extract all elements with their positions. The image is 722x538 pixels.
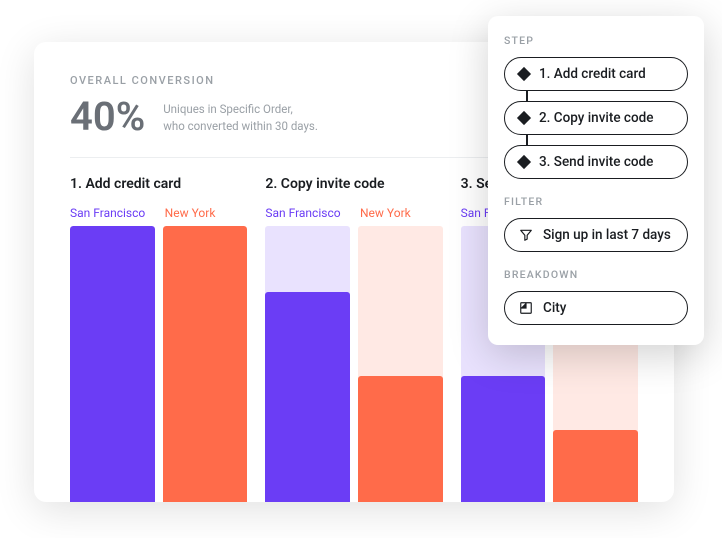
city-labels: San Francisco New York [265,206,442,220]
step-pill-label: 3. Send invite code [539,154,653,170]
filter-section-label: FILTER [504,195,688,208]
breakdown-pill-label: City [543,300,566,316]
city-label-sf: San Francisco [265,206,348,220]
city-label-sf: San Francisco [70,206,153,220]
bar-group [265,226,442,502]
city-labels: San Francisco New York [70,206,247,220]
bar-sf[interactable] [70,226,155,502]
overall-conversion-percent: 40% [70,97,145,137]
bar-fill [70,226,155,502]
funnel-step-title: 1. Add credit card [70,176,247,192]
bar-ny[interactable] [163,226,248,502]
funnel-step-title: 2. Copy invite code [265,176,442,192]
step-connector [526,135,528,145]
bar-fill [358,376,443,502]
conversion-subtext: Uniques in Specific Order, who converted… [163,97,318,134]
bar-fill [553,430,638,502]
breakdown-pill[interactable]: City [504,291,688,325]
diamond-icon [517,111,531,125]
funnel-step-2: 2. Copy invite code San Francisco New Yo… [265,176,442,502]
bar-ny[interactable] [358,226,443,502]
config-panel: STEP 1. Add credit card 2. Copy invite c… [488,16,704,345]
step-section-label: STEP [504,34,688,47]
filter-pill[interactable]: Sign up in last 7 days [504,218,688,252]
step-pill-1[interactable]: 1. Add credit card [504,57,688,91]
filter-pill-label: Sign up in last 7 days [543,227,671,243]
bar-fill [461,376,546,502]
step-pill-label: 1. Add credit card [539,66,646,82]
city-label-ny: New York [360,206,443,220]
bar-group [70,226,247,502]
subtext-line: Uniques in Specific Order, [163,101,318,118]
funnel-step-1: 1. Add credit card San Francisco New Yor… [70,176,247,502]
breakdown-section-label: BREAKDOWN [504,268,688,281]
filter-section: FILTER Sign up in last 7 days [504,195,688,252]
funnel-icon [519,228,533,242]
step-connector [526,91,528,101]
diamond-icon [517,67,531,81]
city-label-ny: New York [165,206,248,220]
step-pill-3[interactable]: 3. Send invite code [504,145,688,179]
bar-fill [265,292,350,502]
step-pill-2[interactable]: 2. Copy invite code [504,101,688,135]
breakdown-section: BREAKDOWN City [504,268,688,325]
step-pill-label: 2. Copy invite code [539,110,653,126]
step-section: STEP 1. Add credit card 2. Copy invite c… [504,34,688,179]
bar-sf[interactable] [265,226,350,502]
bar-fill [163,226,248,502]
subtext-line: who converted within 30 days. [163,118,318,135]
breakdown-icon [519,301,533,315]
diamond-icon [517,155,531,169]
step-list: 1. Add credit card 2. Copy invite code 3… [504,57,688,179]
